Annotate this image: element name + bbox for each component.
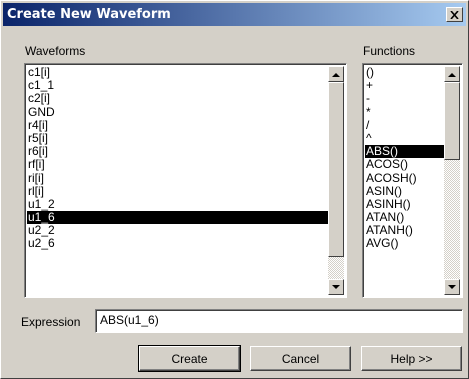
- waveform-list-item[interactable]: rl[i]: [27, 184, 328, 198]
- waveform-list-item[interactable]: GND: [27, 105, 328, 119]
- functions-scrollbar[interactable]: [444, 66, 460, 295]
- expression-label: Expression: [21, 315, 81, 329]
- function-list-item[interactable]: -: [365, 92, 444, 105]
- function-list-item[interactable]: AVG(): [365, 237, 444, 250]
- waveform-list-item[interactable]: u2_2: [27, 224, 328, 237]
- close-button[interactable]: [446, 7, 463, 22]
- waveform-list-item[interactable]: c2[i]: [27, 92, 328, 105]
- functions-listbox[interactable]: () + - * / ^ ABS() ACOS() ACOSH() ASIN() ASINH() AT…: [362, 63, 463, 298]
- function-list-item[interactable]: +: [365, 78, 444, 92]
- waveform-list-item[interactable]: c1_1: [27, 78, 328, 92]
- function-list-item[interactable]: ACOSH(): [365, 171, 444, 185]
- function-list-item[interactable]: ACOS(): [365, 158, 444, 171]
- waveform-list-item[interactable]: r6[i]: [27, 144, 328, 158]
- waveform-list-item[interactable]: rf[i]: [27, 158, 328, 171]
- waveforms-label: Waveforms: [25, 44, 86, 58]
- waveform-list-item[interactable]: u1_6: [27, 210, 328, 225]
- help-button[interactable]: Help >>: [361, 346, 462, 371]
- arrow-down-icon: [332, 284, 340, 289]
- waveform-list-item[interactable]: u1_2: [27, 197, 328, 211]
- functions-scroll-down-button[interactable]: [444, 279, 460, 295]
- waveform-list-item[interactable]: u2_6: [27, 237, 328, 250]
- function-list-item[interactable]: *: [365, 105, 444, 119]
- functions-scroll-thumb[interactable]: [444, 82, 460, 160]
- arrow-up-icon: [448, 72, 456, 77]
- waveform-list-item[interactable]: c1[i]: [27, 65, 328, 79]
- waveforms-listbox[interactable]: c1[i] c1_1 c2[i] GND r4[i] r5[i] r6[i] rf[i] ri[…: [24, 63, 347, 298]
- waveforms-scrollbar[interactable]: [328, 66, 344, 295]
- functions-items: () + - * / ^ ABS() ACOS() ACOSH() ASIN() ASINH() AT…: [365, 65, 444, 251]
- function-list-item[interactable]: (): [365, 65, 444, 79]
- waveform-list-item[interactable]: r4[i]: [27, 118, 328, 132]
- create-waveform-dialog: Create New Waveform Waveforms c1[i] c1_1 c…: [0, 0, 469, 379]
- waveforms-scroll-thumb[interactable]: [328, 82, 344, 257]
- arrow-down-icon: [448, 284, 456, 289]
- expression-input[interactable]: ABS(u1_6): [95, 309, 463, 333]
- functions-label: Functions: [363, 44, 416, 58]
- waveforms-items: c1[i] c1_1 c2[i] GND r4[i] r5[i] r6[i] rf[i] ri[…: [27, 65, 328, 251]
- create-button[interactable]: Create: [138, 345, 241, 372]
- cancel-button[interactable]: Cancel: [250, 346, 351, 371]
- functions-scroll-up-button[interactable]: [444, 66, 460, 82]
- close-icon: [450, 10, 459, 19]
- waveforms-scroll-up-button[interactable]: [328, 66, 344, 82]
- arrow-up-icon: [332, 72, 340, 77]
- waveform-list-item[interactable]: ri[i]: [27, 171, 328, 185]
- function-list-item[interactable]: /: [365, 118, 444, 132]
- function-list-item[interactable]: ASIN(): [365, 184, 444, 198]
- waveform-list-item[interactable]: r5[i]: [27, 131, 328, 145]
- window-title: Create New Waveform: [7, 7, 171, 22]
- waveforms-scroll-down-button[interactable]: [328, 279, 344, 295]
- title-bar[interactable]: Create New Waveform: [3, 3, 466, 26]
